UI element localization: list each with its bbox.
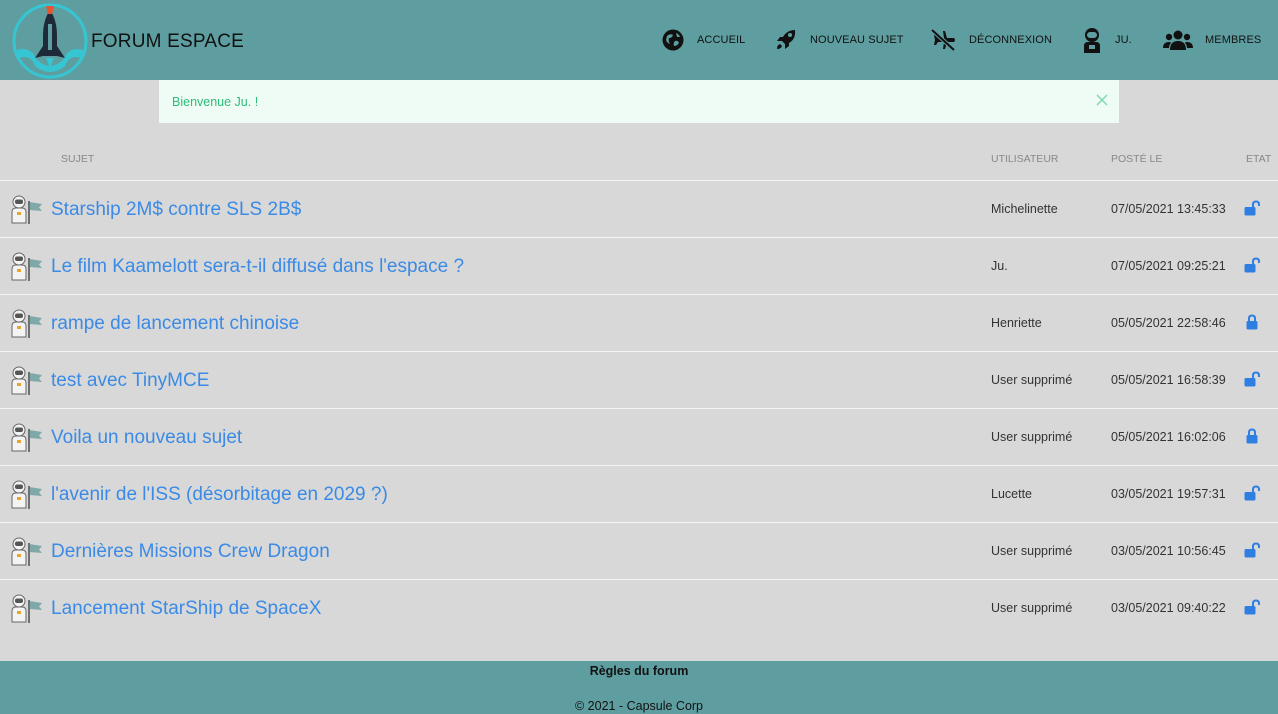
topic-title-link[interactable]: rampe de lancement chinoise	[51, 313, 299, 335]
column-header-user: UTILISATEUR	[991, 153, 1059, 165]
topic-date: 05/05/2021 22:58:46	[1111, 316, 1226, 330]
alert-message: Bienvenue Ju. !	[172, 95, 259, 109]
unlock-icon	[1244, 485, 1260, 501]
topic-date: 05/05/2021 16:58:39	[1111, 373, 1226, 387]
topic-date: 07/05/2021 09:25:21	[1111, 259, 1226, 273]
astronaut-flag-icon	[9, 195, 43, 225]
footer: Règles du forum © 2021 - Capsule Corp	[0, 661, 1278, 714]
topic-author: Lucette	[991, 487, 1033, 501]
astronaut-flag-icon	[9, 309, 43, 339]
globe-icon	[662, 29, 684, 51]
nav-accueil-label: ACCUEIL	[697, 34, 746, 46]
close-icon[interactable]	[1095, 93, 1109, 107]
astronaut-flag-icon	[9, 252, 43, 282]
column-header-posted: POSTÉ LE	[1111, 153, 1163, 165]
topic-row[interactable]: Starship 2M$ contre SLS 2B$ Michelinette 0…	[0, 180, 1278, 237]
users-icon	[1163, 30, 1193, 50]
topic-row[interactable]: rampe de lancement chinoise Henriette 05/0…	[0, 294, 1278, 351]
topic-date: 03/05/2021 19:57:31	[1111, 487, 1226, 501]
nav-deconnexion[interactable]: DÉCONNEXION	[929, 27, 1052, 53]
unlock-icon	[1244, 371, 1260, 387]
nav-accueil[interactable]: ACCUEIL	[661, 27, 745, 53]
unlock-icon	[1244, 257, 1260, 273]
topic-author: Henriette	[991, 316, 1042, 330]
topic-title-link[interactable]: Dernières Missions Crew Dragon	[51, 541, 330, 563]
nav-profile-label: JU.	[1115, 34, 1132, 46]
topic-title-link[interactable]: l'avenir de l'ISS (désorbitage en 2029 ?…	[51, 484, 388, 506]
topic-title-link[interactable]: Lancement StarShip de SpaceX	[51, 598, 321, 620]
topic-title-link[interactable]: Le film Kaamelott sera-t-il diffusé dans…	[51, 256, 464, 278]
topic-date: 03/05/2021 09:40:22	[1111, 601, 1226, 615]
site-title[interactable]: FORUM ESPACE	[91, 31, 244, 53]
topic-row[interactable]: Dernières Missions Crew Dragon User suppr…	[0, 522, 1278, 579]
topic-title-link[interactable]: test avec TinyMCE	[51, 370, 209, 392]
rocket-logo-icon[interactable]	[11, 2, 89, 80]
nav-membres[interactable]: MEMBRES	[1163, 27, 1261, 53]
astronaut-flag-icon	[9, 366, 43, 396]
astronaut-flag-icon	[9, 423, 43, 453]
topic-date: 07/05/2021 13:45:33	[1111, 202, 1226, 216]
astronaut-flag-icon	[9, 480, 43, 510]
column-header-subject: SUJET	[61, 153, 95, 165]
nav-nouveau-sujet-label: NOUVEAU SUJET	[810, 34, 904, 46]
topic-row[interactable]: Le film Kaamelott sera-t-il diffusé dans…	[0, 237, 1278, 294]
astronaut-flag-icon	[9, 594, 43, 624]
topic-title-link[interactable]: Starship 2M$ contre SLS 2B$	[51, 199, 301, 221]
topic-date: 05/05/2021 16:02:06	[1111, 430, 1226, 444]
astronaut-flag-icon	[9, 537, 43, 567]
column-header-state: ETAT	[1246, 153, 1272, 165]
topic-author: User supprimé	[991, 373, 1073, 387]
nav-nouveau-sujet[interactable]: NOUVEAU SUJET	[774, 27, 904, 53]
lock-icon	[1244, 314, 1260, 330]
topic-date: 03/05/2021 10:56:45	[1111, 544, 1226, 558]
top-navbar: FORUM ESPACE ACCUEIL NOUVEAU SUJET DÉCON…	[0, 0, 1278, 80]
topic-title-link[interactable]: Voila un nouveau sujet	[51, 427, 242, 449]
topic-author: User supprimé	[991, 601, 1073, 615]
lock-icon	[1244, 428, 1260, 444]
nav-membres-label: MEMBRES	[1205, 34, 1262, 46]
nav-profile[interactable]: JU.	[1081, 27, 1132, 53]
topic-author: Michelinette	[991, 202, 1058, 216]
forum-rules-link[interactable]: Règles du forum	[0, 664, 1278, 678]
topic-row[interactable]: l'avenir de l'ISS (désorbitage en 2029 ?…	[0, 465, 1278, 522]
topic-author: User supprimé	[991, 544, 1073, 558]
welcome-alert: Bienvenue Ju. !	[159, 80, 1119, 123]
topic-author: Ju.	[991, 259, 1008, 273]
unlock-icon	[1244, 542, 1260, 558]
topic-author: User supprimé	[991, 430, 1073, 444]
unlock-icon	[1244, 200, 1260, 216]
nav-deconnexion-label: DÉCONNEXION	[969, 34, 1052, 46]
topic-row[interactable]: Lancement StarShip de SpaceX User supprim…	[0, 579, 1278, 636]
copyright-text: © 2021 - Capsule Corp	[574, 699, 704, 713]
astronaut-icon	[1084, 28, 1100, 53]
topic-row[interactable]: test avec TinyMCE User supprimé 05/05/2021…	[0, 351, 1278, 408]
unlock-icon	[1244, 599, 1260, 615]
topic-row[interactable]: Voila un nouveau sujet User supprimé 05/05…	[0, 408, 1278, 465]
plane-slash-icon	[930, 28, 956, 52]
rocket-icon	[777, 30, 796, 49]
